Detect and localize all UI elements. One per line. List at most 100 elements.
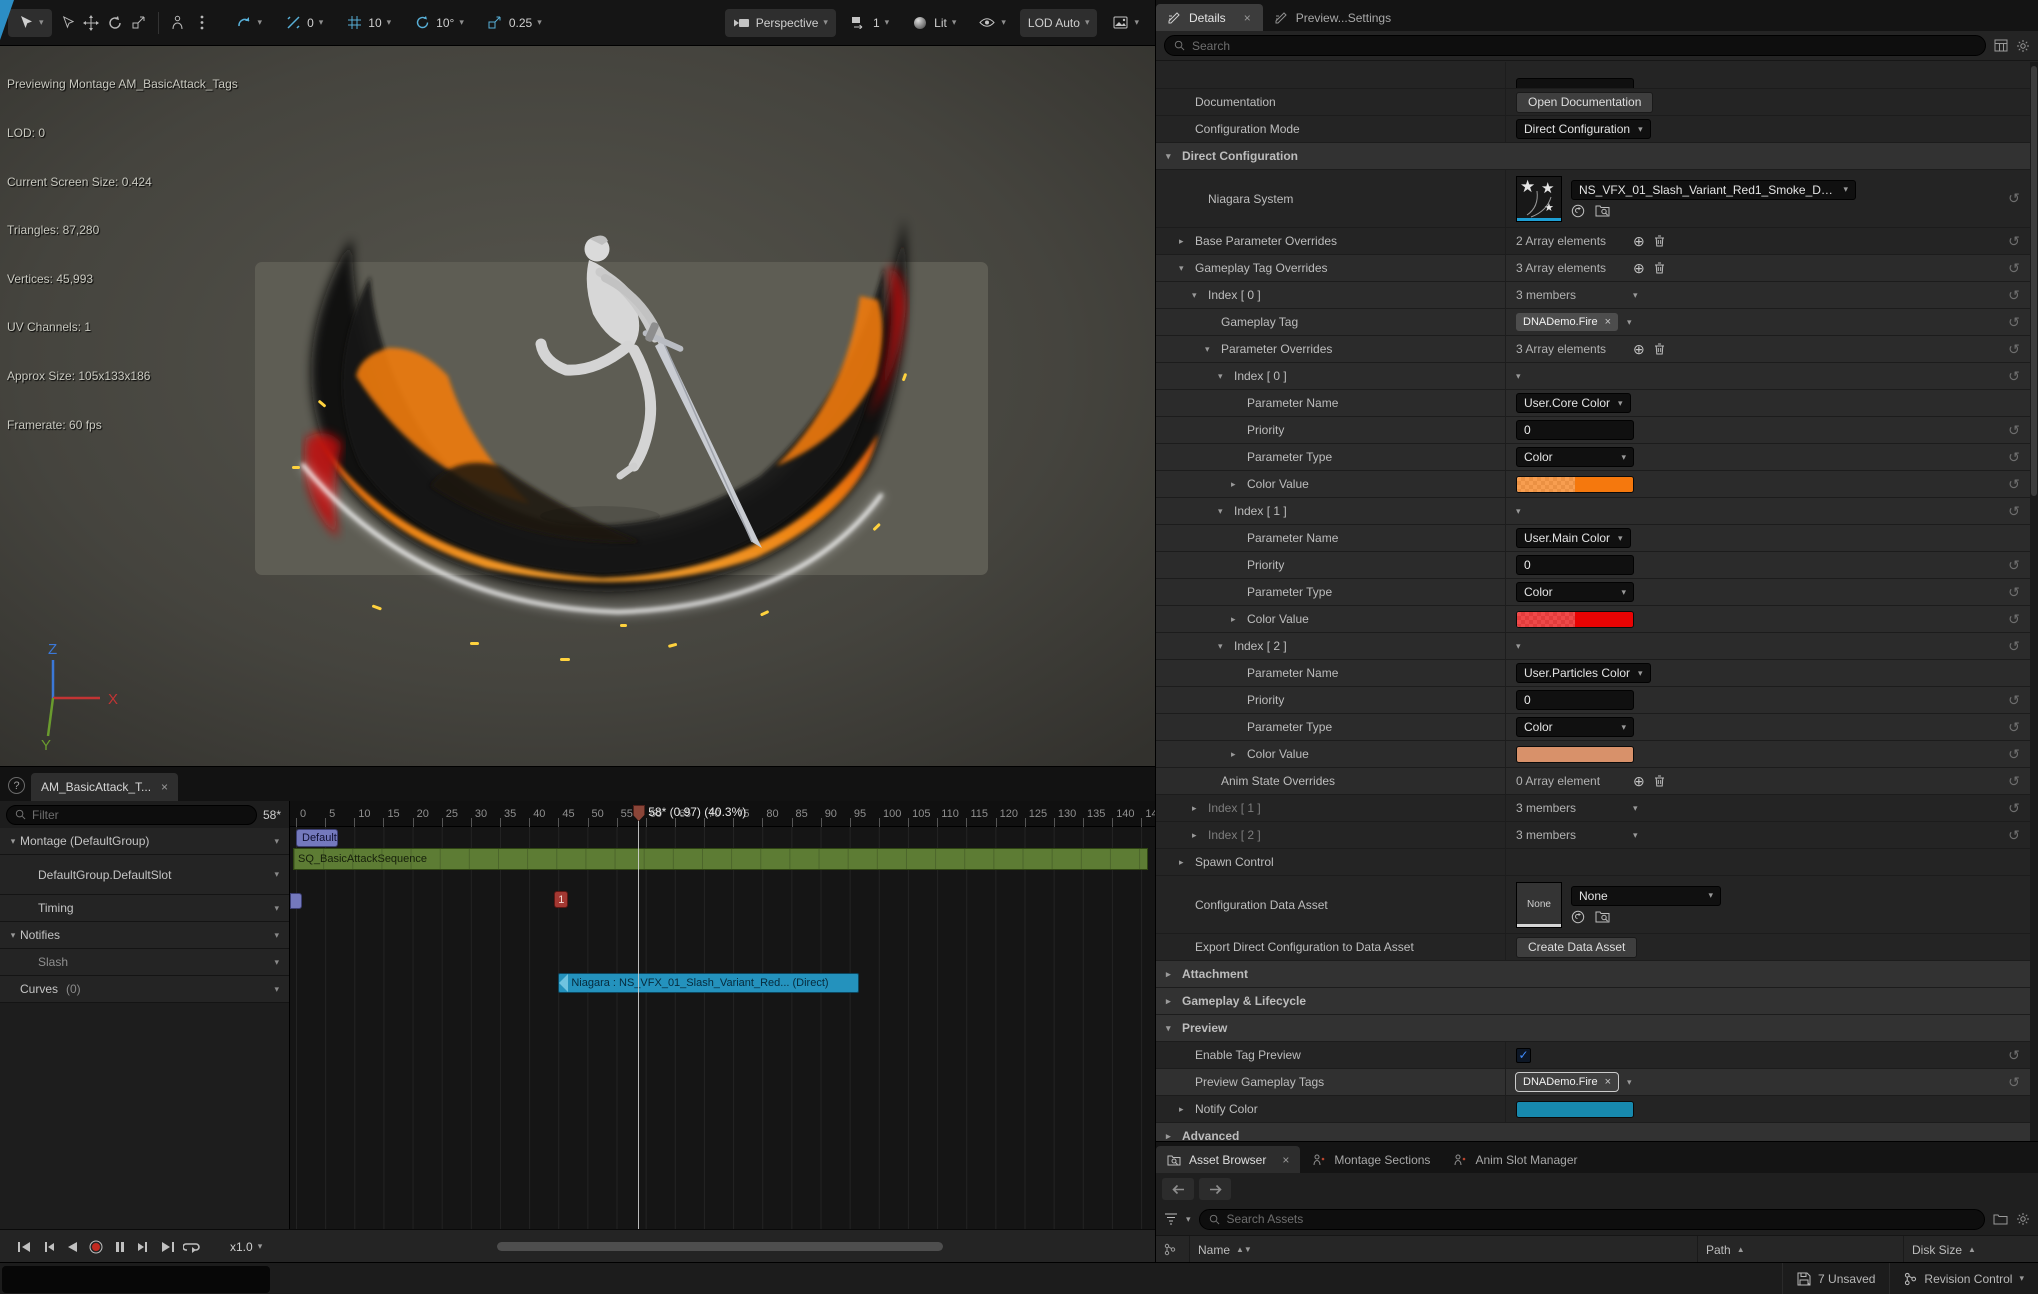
view-mode-button[interactable]: Lit ▾ bbox=[903, 9, 964, 37]
chevron-down-icon[interactable]: ▾ bbox=[1627, 1077, 1632, 1088]
column-disk-size[interactable]: Disk Size ▲ bbox=[1904, 1236, 2038, 1263]
row-spawn-control[interactable]: ▸Spawn Control bbox=[1156, 849, 2031, 876]
track-row-slash[interactable]: Slash▾ bbox=[0, 949, 289, 976]
chevron-down-icon[interactable]: ▾ bbox=[274, 957, 279, 968]
forward-button[interactable] bbox=[1199, 1178, 1231, 1200]
transform-tool-button[interactable]: ▾ bbox=[8, 9, 52, 37]
row-color-value-1[interactable]: ▸Color Value↺ bbox=[1156, 606, 2031, 633]
chevron-down-icon[interactable]: ▾ bbox=[1186, 1214, 1191, 1225]
property-button[interactable]: Open Documentation bbox=[1516, 92, 1653, 113]
row-parameter-type-2[interactable]: Parameter TypeColor▾↺ bbox=[1156, 714, 2031, 741]
row-priority-2[interactable]: Priority0↺ bbox=[1156, 687, 2031, 714]
column-path[interactable]: Path ▲ bbox=[1698, 1236, 1904, 1263]
tab-montage-sections[interactable]: Montage Sections bbox=[1302, 1146, 1441, 1173]
row-param-index-0[interactable]: ▾Index [ 0 ]▾↺ bbox=[1156, 363, 2031, 390]
gameplay-tag-chip[interactable]: DNADemo.Fire× bbox=[1516, 313, 1618, 331]
chevron-down-icon[interactable]: ▾ bbox=[274, 869, 279, 880]
rotate-tool-icon[interactable] bbox=[106, 14, 124, 32]
chevron-down-icon[interactable]: ▾ bbox=[274, 930, 279, 941]
screen-percentage-button[interactable]: 1 ▾ bbox=[842, 9, 897, 37]
add-element-icon[interactable]: ⊕ bbox=[1633, 341, 1645, 358]
scrollbar-thumb[interactable] bbox=[497, 1242, 943, 1251]
content-drawer-area[interactable] bbox=[2, 1266, 270, 1293]
back-button[interactable] bbox=[1162, 1178, 1194, 1200]
reset-to-default-icon[interactable]: ↺ bbox=[2008, 1047, 2020, 1063]
chevron-down-icon[interactable]: ▾ bbox=[1627, 317, 1632, 328]
row-enable-tag-preview[interactable]: Enable Tag Preview✓↺ bbox=[1156, 1042, 2031, 1069]
caret-collapsed-icon[interactable]: ▸ bbox=[1179, 236, 1189, 247]
row-parameter-overrides[interactable]: ▾Parameter Overrides3 Array elements⊕↺ bbox=[1156, 336, 2031, 363]
reset-to-default-icon[interactable]: ↺ bbox=[2008, 1074, 2020, 1090]
display-options-icon[interactable] bbox=[1994, 39, 2008, 52]
reset-to-default-icon[interactable]: ↺ bbox=[2008, 638, 2020, 654]
property-dropdown[interactable]: User.Particles Color▾ bbox=[1516, 663, 1651, 683]
rotation-snap-button[interactable]: 10° ▾ bbox=[405, 9, 472, 37]
go-to-start-button[interactable] bbox=[12, 1236, 36, 1258]
row-parameter-name-2[interactable]: Parameter NameUser.Particles Color▾ bbox=[1156, 660, 2031, 687]
filter-funnel-icon[interactable] bbox=[1164, 1213, 1178, 1225]
tab-am-basicattack[interactable]: AM_BasicAttack_T... × bbox=[31, 773, 178, 801]
tab-details[interactable]: Details × bbox=[1156, 4, 1263, 31]
row-anim-state-overrides[interactable]: Anim State Overrides0 Array element⊕↺ bbox=[1156, 768, 2031, 795]
row-color-value-0[interactable]: ▸Color Value↺ bbox=[1156, 471, 2031, 498]
settings-gear-icon[interactable] bbox=[2016, 39, 2030, 53]
details-scrollbar-thumb[interactable] bbox=[2031, 66, 2037, 496]
chevron-down-icon[interactable]: ▾ bbox=[1633, 290, 1638, 301]
show-flags-button[interactable]: ▾ bbox=[970, 9, 1014, 37]
row-clipped[interactable] bbox=[1156, 62, 2031, 89]
go-to-end-button[interactable] bbox=[156, 1236, 180, 1258]
camera-mode-button[interactable]: Perspective ▾ bbox=[725, 9, 836, 37]
help-icon[interactable]: ? bbox=[8, 777, 25, 794]
timeline-track-area[interactable]: 0510152025303540455055606570758085909510… bbox=[290, 801, 1155, 1229]
add-element-icon[interactable]: ⊕ bbox=[1633, 773, 1645, 790]
track-row-timing[interactable]: Timing▾ bbox=[0, 895, 289, 922]
remove-tag-icon[interactable]: × bbox=[1605, 1076, 1611, 1088]
chevron-down-icon[interactable]: ▾ bbox=[1516, 641, 1521, 652]
loop-button[interactable] bbox=[180, 1236, 204, 1258]
caret-collapsed-icon[interactable]: ▸ bbox=[1192, 803, 1202, 814]
caret-collapsed-icon[interactable]: ▸ bbox=[1166, 1131, 1176, 1142]
row-parameter-type-1[interactable]: Parameter TypeColor▾↺ bbox=[1156, 579, 2031, 606]
row-parameter-type-0[interactable]: Parameter TypeColor▾↺ bbox=[1156, 444, 2031, 471]
tab-preview-settings[interactable]: Preview...Settings bbox=[1263, 4, 1403, 31]
reset-to-default-icon[interactable]: ↺ bbox=[2008, 368, 2020, 384]
chevron-down-icon[interactable]: ▾ bbox=[274, 984, 279, 995]
browse-to-asset-icon[interactable] bbox=[1595, 204, 1610, 217]
row-parameter-name-0[interactable]: Parameter NameUser.Core Color▾ bbox=[1156, 390, 2031, 417]
location-snap-button[interactable]: 0 ▾ bbox=[276, 9, 331, 37]
chevron-down-icon[interactable]: ▾ bbox=[1633, 830, 1638, 841]
settings-gear-icon[interactable] bbox=[2016, 1212, 2030, 1226]
chevron-down-icon[interactable]: ▾ bbox=[274, 903, 279, 914]
row-base-parameter-overrides[interactable]: ▸Base Parameter Overrides2 Array element… bbox=[1156, 228, 2031, 255]
reset-to-default-icon[interactable]: ↺ bbox=[2008, 800, 2020, 816]
track-row-defaultgroup-defaultslot[interactable]: DefaultGroup.DefaultSlot▾ bbox=[0, 855, 289, 895]
trash-icon[interactable] bbox=[1654, 235, 1665, 247]
reset-to-default-icon[interactable]: ↺ bbox=[2008, 584, 2020, 600]
reset-to-default-icon[interactable]: ↺ bbox=[2008, 287, 2020, 303]
row-param-index-1[interactable]: ▾Index [ 1 ]▾↺ bbox=[1156, 498, 2031, 525]
caret-expanded-icon[interactable]: ▾ bbox=[1192, 290, 1202, 301]
use-selected-asset-icon[interactable] bbox=[1571, 204, 1585, 218]
row-parameter-name-1[interactable]: Parameter NameUser.Main Color▾ bbox=[1156, 525, 2031, 552]
niagara-thumbnail[interactable]: ★★★ bbox=[1516, 176, 1562, 222]
property-dropdown[interactable]: Direct Configuration▾ bbox=[1516, 119, 1651, 139]
row-gameplay-tag-overrides[interactable]: ▾Gameplay Tag Overrides3 Array elements⊕… bbox=[1156, 255, 2031, 282]
track-row-notifies[interactable]: ▾Notifies▾ bbox=[0, 922, 289, 949]
remove-tag-icon[interactable]: × bbox=[1605, 316, 1611, 328]
clipped-input[interactable] bbox=[1516, 78, 1634, 88]
reset-to-default-icon[interactable]: ↺ bbox=[2008, 449, 2020, 465]
caret-expanded-icon[interactable]: ▾ bbox=[1218, 506, 1228, 517]
gizmo-coordinate-button[interactable]: ▾ bbox=[227, 9, 271, 37]
revision-column-icon[interactable] bbox=[1156, 1236, 1190, 1263]
property-input[interactable]: 0 bbox=[1516, 690, 1634, 710]
row-configuration-data-asset[interactable]: Configuration Data AssetNoneNone▾ bbox=[1156, 876, 2031, 934]
caret-collapsed-icon[interactable]: ▸ bbox=[1192, 830, 1202, 841]
reset-to-default-icon[interactable]: ↺ bbox=[2008, 719, 2020, 735]
niagara-notify-chip[interactable]: Niagara : NS_VFX_01_Slash_Variant_Red...… bbox=[558, 973, 858, 993]
reset-to-default-icon[interactable]: ↺ bbox=[2008, 260, 2020, 276]
caret-expanded-icon[interactable]: ▾ bbox=[1166, 151, 1176, 162]
row-preview-gameplay-tags[interactable]: Preview Gameplay TagsDNADemo.Fire×▾↺ bbox=[1156, 1069, 2031, 1096]
add-element-icon[interactable]: ⊕ bbox=[1633, 260, 1645, 277]
reset-to-default-icon[interactable]: ↺ bbox=[2008, 422, 2020, 438]
tab-asset-browser[interactable]: Asset Browser × bbox=[1156, 1146, 1300, 1173]
